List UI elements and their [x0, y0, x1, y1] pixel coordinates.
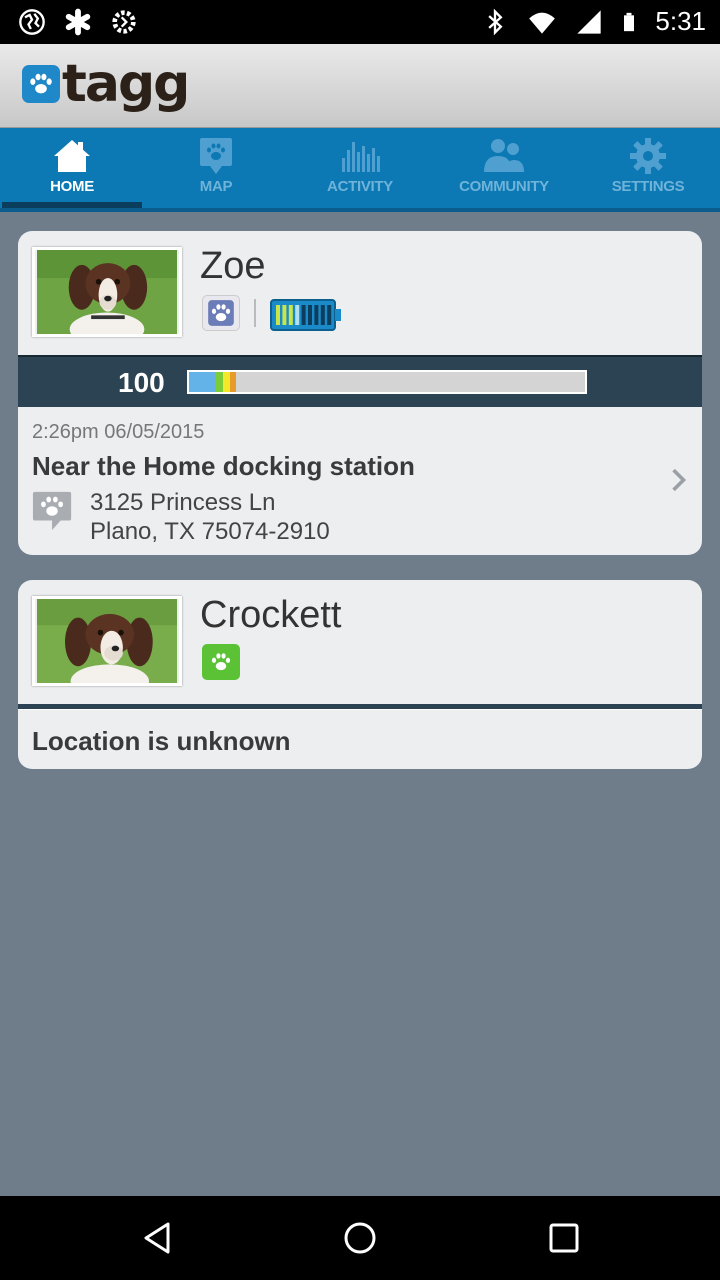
tab-community[interactable]: COMMUNITY: [432, 128, 576, 208]
battery-cell: [295, 305, 300, 325]
battery-cell: [314, 305, 319, 325]
logo-text: tagg: [62, 54, 190, 114]
app-logo: tagg: [22, 54, 190, 114]
tab-map[interactable]: MAP: [144, 128, 288, 208]
tab-activity[interactable]: ACTIVITY: [288, 128, 432, 208]
signal-icon: [577, 9, 602, 34]
separator: [18, 704, 702, 710]
pet-card-crockett[interactable]: Crockett Location is unknown: [18, 580, 702, 769]
location-title: Location is unknown: [32, 726, 291, 756]
home-icon: [54, 140, 90, 172]
tab-activity-label: ACTIVITY: [327, 178, 393, 195]
back-icon[interactable]: [140, 1220, 176, 1256]
address-line-2: Plano, TX 75074-2910: [90, 518, 330, 545]
recents-icon[interactable]: [546, 1220, 582, 1256]
pet-photo[interactable]: [32, 247, 182, 337]
location-pin-icon: [32, 491, 72, 531]
dog-photo-image: [37, 599, 177, 683]
pet-header: Crockett: [18, 580, 702, 704]
pet-card-zoe[interactable]: Zoe 100 2:26pm 06/05/2015 Near the Home …: [18, 231, 702, 555]
tracker-battery-icon: [270, 299, 341, 331]
location-row[interactable]: 2:26pm 06/05/2015 Near the Home docking …: [18, 407, 702, 555]
paw-icon: [208, 300, 234, 326]
tracker-status-badge: [202, 295, 240, 331]
tab-community-label: COMMUNITY: [459, 178, 549, 195]
status-bar: 5:31: [0, 0, 720, 44]
divider: [254, 299, 256, 327]
bluetooth-icon: [488, 8, 503, 35]
tasker-icon: [112, 10, 136, 34]
tab-settings[interactable]: SETTINGS: [576, 128, 720, 208]
wifi-icon: [529, 12, 556, 34]
battery-cell: [276, 305, 280, 325]
main-nav: HOME MAP ACTIVITY COMMUNITY SETTINGS: [0, 128, 720, 212]
community-icon: [484, 139, 524, 172]
location-timestamp: 2:26pm 06/05/2015: [32, 421, 205, 443]
battery-cell: [320, 305, 325, 325]
logo-paw-icon: [22, 65, 60, 103]
battery-cell: [308, 305, 312, 325]
gear-icon: [630, 138, 666, 174]
pet-name: Crockett: [200, 594, 342, 636]
chevron-right-icon[interactable]: [670, 467, 688, 493]
battery-cell: [288, 305, 293, 325]
battery-cell: [301, 305, 306, 325]
pet-header: Zoe: [18, 231, 702, 355]
system-nav-bar: [0, 1196, 720, 1280]
tracker-status-badge: [202, 644, 240, 680]
dog-photo-image: [37, 250, 177, 334]
asterisk-icon: [65, 8, 91, 36]
globe-icon: [19, 9, 45, 35]
tab-home[interactable]: HOME: [0, 128, 144, 208]
activity-icon: [342, 142, 380, 172]
tab-map-label: MAP: [199, 178, 233, 195]
activity-meter-fill: [189, 372, 237, 392]
paw-icon: [211, 653, 231, 671]
activity-bar: 100: [18, 355, 702, 407]
map-pin-icon: [200, 138, 232, 174]
activity-value: 100: [118, 367, 165, 398]
location-title: Near the Home docking station: [32, 451, 415, 481]
app-header: tagg: [0, 44, 720, 128]
pet-photo[interactable]: [32, 596, 182, 686]
tab-settings-label: SETTINGS: [611, 178, 685, 195]
battery-icon: [624, 12, 635, 31]
clock: 5:31: [655, 6, 706, 36]
tab-home-label: HOME: [50, 178, 94, 195]
battery-cell: [327, 305, 332, 325]
pet-name: Zoe: [200, 245, 266, 287]
home-button-icon[interactable]: [342, 1220, 378, 1256]
activity-meter: [187, 370, 587, 394]
battery-cell: [282, 305, 287, 325]
address-line-1: 3125 Princess Ln: [90, 489, 276, 516]
